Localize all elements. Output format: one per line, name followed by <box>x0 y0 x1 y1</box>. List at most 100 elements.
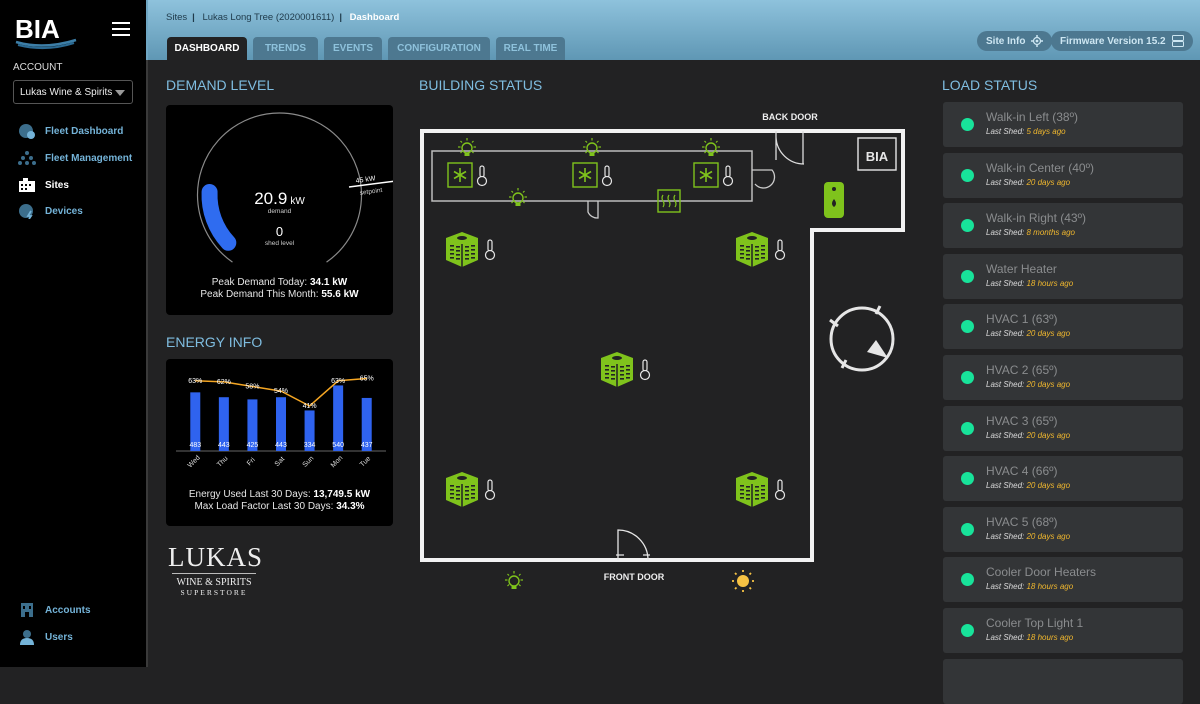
header: Sites | Lukas Long Tree (2020001611) | Das… <box>148 0 1200 60</box>
bar-value-label: 334 <box>304 442 316 449</box>
status-indicator <box>961 624 974 637</box>
load-name: HVAC 5 (68º) <box>986 514 1058 529</box>
firmware-label: Firmware Version 15.2 <box>1060 35 1166 47</box>
load-status-item[interactable]: Cooler Door Heaters Last Shed: 18 hours a… <box>943 557 1183 603</box>
status-indicator <box>961 219 974 233</box>
building-status-title: BUILDING STATUS <box>419 77 543 93</box>
load-status-item[interactable]: HVAC 3 (65º) Last Shed: 20 days ago <box>943 405 1183 451</box>
x-tick-label: Tue <box>359 455 372 468</box>
sidebar-item-label: Accounts <box>45 604 91 616</box>
site-info-button[interactable]: Site Info <box>977 31 1053 51</box>
status-indicator <box>961 168 974 182</box>
menu-toggle-button[interactable] <box>112 22 130 36</box>
thermometer-icon <box>484 239 496 261</box>
sidebar-item-accounts[interactable]: Accounts <box>17 601 91 619</box>
load-status-item[interactable]: HVAC 5 (68º) Last Shed: 20 days ago <box>943 506 1183 552</box>
energy-chart: 483 Wed 443 Thu 425 Fri 443 Sat 334 Sun 540 Mon 437 T… <box>176 375 386 470</box>
load-name: HVAC 3 (65º) <box>986 413 1058 428</box>
x-tick-label: Thu <box>216 455 230 469</box>
x-tick-label: Mon <box>330 455 345 470</box>
tab-dashboard[interactable]: DASHBOARD <box>167 37 247 60</box>
bia-logo[interactable]: BIA <box>14 14 80 50</box>
sidebar-item-label: Devices <box>45 205 83 217</box>
load-status-item[interactable]: Water Heater Last Shed: 18 hours ago <box>943 253 1183 299</box>
last-shed: Last Shed: 18 hours ago <box>986 278 1074 288</box>
load-status-item[interactable]: Walk-in Center (40º) Last Shed: 20 days a… <box>943 152 1183 198</box>
load-name: Walk-in Left (38º) <box>986 110 1078 124</box>
load-status-item[interactable]: HVAC 1 (63º) Last Shed: 20 days ago <box>943 304 1183 350</box>
load-name: Walk-in Right (43º) <box>986 211 1086 226</box>
sun-icon <box>732 570 754 592</box>
load-name: HVAC 2 (65º) <box>986 363 1058 377</box>
last-shed: Last Shed: 20 days ago <box>986 430 1071 440</box>
bar-value-label: 437 <box>361 442 373 449</box>
sidebar-item-users[interactable]: Users <box>17 628 73 646</box>
load-factor-label: 41% <box>303 403 317 410</box>
load-status-item[interactable]: HVAC 2 (65º) Last Shed: 20 days ago <box>943 355 1183 400</box>
cooler-side-door-icon <box>752 169 776 189</box>
tab-events[interactable]: EVENTS <box>324 37 382 60</box>
bar-value-label: 443 <box>218 442 230 449</box>
front-door-icon <box>616 529 650 561</box>
max-load-factor: Max Load Factor Last 30 Days: 34.3% <box>194 501 365 512</box>
load-status-item[interactable]: Walk-in Left (38º) Last Shed: 5 days ago <box>943 102 1183 147</box>
hvac-5-icon <box>735 471 769 508</box>
firmware-version-button[interactable]: Firmware Version 15.2 <box>1051 31 1193 51</box>
thermometer-icon <box>774 239 786 261</box>
sidebar-item-sites[interactable]: Sites <box>17 176 69 194</box>
hvac-4-icon <box>445 471 479 508</box>
breadcrumb-sites[interactable]: Sites <box>166 12 187 23</box>
load-name: HVAC 1 (63º) <box>986 312 1058 327</box>
x-tick-label: Fri <box>246 456 257 467</box>
hvac-3-icon <box>600 351 634 388</box>
cooler-front-door-icon <box>587 201 599 219</box>
last-shed: Last Shed: 20 days ago <box>986 481 1071 491</box>
sidebar-item-devices[interactable]: Devices <box>17 202 83 220</box>
tab-trends[interactable]: TRENDS <box>253 37 318 60</box>
last-shed: Last Shed: 18 hours ago <box>986 582 1074 592</box>
load-status-item[interactable] <box>943 658 1183 704</box>
fleet-dashboard-icon <box>17 123 37 139</box>
back-door-icon <box>775 131 805 165</box>
status-indicator <box>961 118 974 131</box>
light-bulb-icon <box>508 187 528 207</box>
light-bulb-icon <box>701 137 721 157</box>
fleet-management-icon <box>17 150 37 166</box>
sidebar-item-fleet-dashboard[interactable]: Fleet Dashboard <box>17 122 123 140</box>
accounts-icon <box>17 602 37 618</box>
sidebar-scrollbar[interactable] <box>146 0 148 667</box>
tab-configuration[interactable]: CONFIGURATION <box>388 37 490 60</box>
peak-demand-today: Peak Demand Today: 34.1 kW <box>211 277 348 288</box>
thermometer-icon <box>484 479 496 501</box>
load-factor-label: 63% <box>188 378 202 385</box>
sidebar-item-fleet-management[interactable]: Fleet Management <box>17 149 132 167</box>
load-factor-label: 62% <box>217 379 231 386</box>
load-status-item[interactable]: Cooler Top Light 1 Last Shed: 18 hours ag… <box>943 608 1183 653</box>
demand-label: demand <box>267 208 292 215</box>
x-tick-label: Wed <box>187 454 202 469</box>
load-status-title: LOAD STATUS <box>942 77 1038 93</box>
load-status-item[interactable]: Walk-in Right (43º) Last Shed: 8 months a… <box>943 203 1183 249</box>
users-icon <box>17 629 37 645</box>
load-status-item[interactable]: HVAC 4 (66º) Last Shed: 20 days ago <box>943 456 1183 502</box>
svg-text:BIA: BIA <box>866 149 889 164</box>
water-heater-icon <box>824 182 844 218</box>
site-info-label: Site Info <box>986 35 1026 47</box>
light-bulb-icon <box>582 137 602 157</box>
thermometer-icon <box>476 165 488 187</box>
chevron-down-icon <box>115 90 125 96</box>
load-name: HVAC 4 (66º) <box>986 464 1058 479</box>
status-indicator <box>961 522 974 536</box>
svg-text:BIA: BIA <box>15 14 60 44</box>
walk-in-center-icon <box>572 162 598 188</box>
breadcrumb-current: Dashboard <box>349 12 400 23</box>
gear-icon <box>1031 35 1044 47</box>
sidebar-item-label: Sites <box>45 179 69 191</box>
sites-icon <box>17 177 37 193</box>
back-door-label: BACK DOOR <box>762 112 818 122</box>
last-shed: Last Shed: 20 days ago <box>986 380 1071 389</box>
tab-real-time[interactable]: REAL TIME <box>496 37 565 60</box>
account-select[interactable]: Lukas Wine & Spirits <box>13 80 133 104</box>
breadcrumb-site[interactable]: Lukas Long Tree (2020001611) <box>202 12 334 23</box>
sidebar-item-label: Users <box>45 631 73 643</box>
